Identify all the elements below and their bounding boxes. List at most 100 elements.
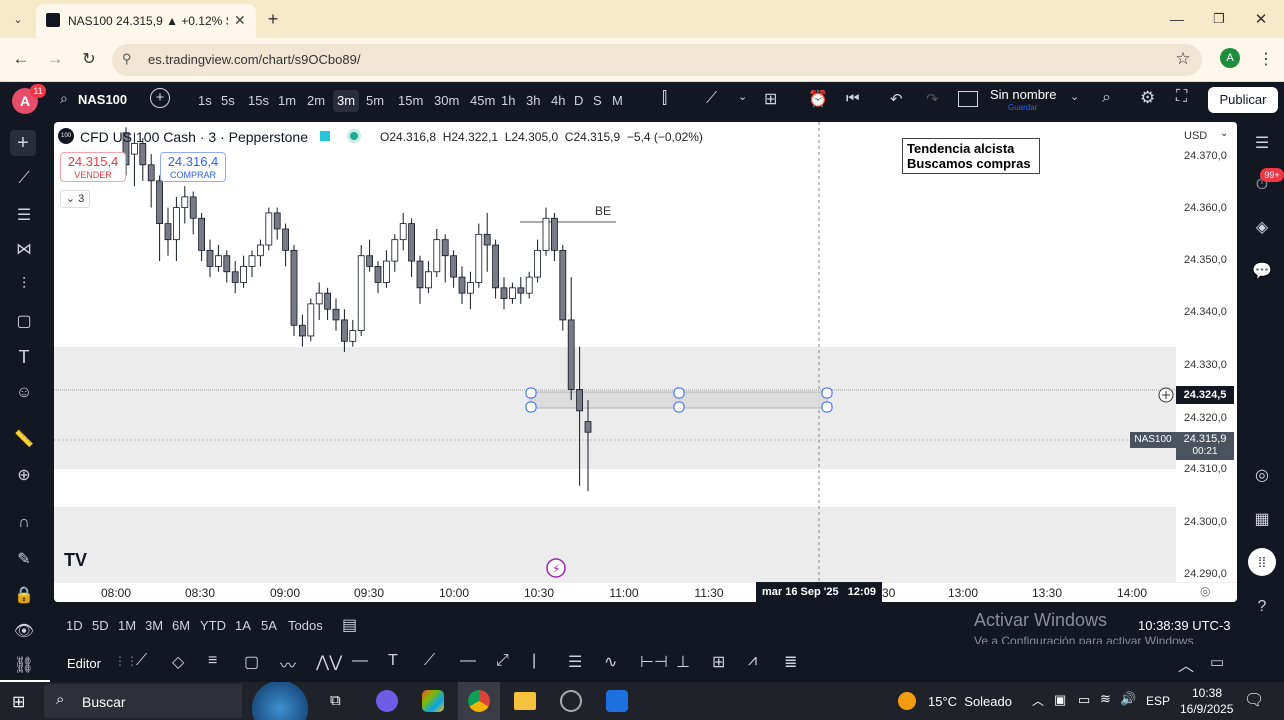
vertical-line-icon[interactable]: |: [532, 652, 536, 670]
app-icon-office[interactable]: [422, 690, 444, 712]
timeframe-5m[interactable]: 5m: [362, 90, 388, 112]
weather-text[interactable]: 15°C Soleado: [928, 694, 1012, 709]
app-icon-chrome[interactable]: [458, 682, 500, 720]
candle-body[interactable]: [408, 223, 416, 262]
taskbar-time[interactable]: 10:38: [1192, 686, 1222, 700]
restore-icon[interactable]: ❐: [1208, 8, 1230, 30]
candle-body[interactable]: [290, 249, 298, 326]
candle-body[interactable]: [173, 207, 180, 241]
forward-icon[interactable]: →: [44, 48, 66, 70]
chart-pane[interactable]: ⚡ 100 CFD US 100 Cash · 3 · Pepperstone …: [54, 122, 1237, 602]
timeframe-3h[interactable]: 3h: [522, 90, 544, 112]
tray-network-icon[interactable]: ▭: [1078, 692, 1090, 708]
browser-menu-icon[interactable]: ⋮: [1256, 48, 1276, 70]
lines-icon[interactable]: ≣: [784, 652, 797, 672]
candle-body[interactable]: [550, 217, 558, 251]
candle-body[interactable]: [357, 255, 365, 332]
pattern-icon[interactable]: ⋈: [11, 236, 37, 262]
timeframe-15s[interactable]: 15s: [244, 90, 273, 112]
price-range-icon[interactable]: ⊥: [676, 652, 690, 672]
candle-body[interactable]: [147, 164, 155, 182]
layout-icon[interactable]: [958, 91, 978, 107]
candle-body[interactable]: [441, 239, 449, 257]
candle-body[interactable]: [542, 217, 550, 251]
timeframe-15m[interactable]: 15m: [394, 90, 427, 112]
candle-body[interactable]: [500, 287, 508, 299]
lock-icon[interactable]: 🔒: [11, 582, 37, 608]
timeframe-45m[interactable]: 45m: [466, 90, 499, 112]
candle-body[interactable]: [189, 196, 197, 219]
redo-icon[interactable]: ↷: [926, 90, 939, 108]
buy-button[interactable]: 24.316,4 COMPRAR: [160, 152, 226, 182]
candle-body[interactable]: [273, 212, 281, 230]
candle-body[interactable]: [156, 180, 163, 225]
volume-icon[interactable]: 🔊: [1120, 691, 1136, 707]
new-tab-icon[interactable]: +: [262, 8, 284, 30]
timeframe-30m[interactable]: 30m: [430, 90, 463, 112]
timeframe-4h[interactable]: 4h: [547, 90, 569, 112]
chat-icon[interactable]: 💬: [1249, 258, 1275, 284]
candle-body[interactable]: [374, 266, 382, 283]
candle-body[interactable]: [131, 142, 138, 155]
timeframe-3m[interactable]: 3m: [333, 90, 360, 112]
emoji-icon[interactable]: ☺: [11, 380, 37, 406]
globe-widget-icon[interactable]: [242, 682, 318, 720]
layers-icon[interactable]: ◈: [1249, 214, 1275, 240]
rectangle-icon[interactable]: ▢: [244, 652, 259, 672]
profile-avatar[interactable]: A: [1220, 48, 1240, 68]
reload-icon[interactable]: ↻: [78, 48, 100, 70]
price-chart-svg[interactable]: ⚡: [54, 122, 1237, 602]
range-5A[interactable]: 5A: [261, 618, 277, 633]
target-icon[interactable]: ◎: [1249, 462, 1275, 488]
compare-symbol-icon[interactable]: +: [150, 88, 170, 108]
resize-handle[interactable]: [673, 401, 685, 413]
weather-sun-icon[interactable]: [898, 692, 916, 710]
minimize-icon[interactable]: —: [1166, 8, 1188, 30]
range-Todos[interactable]: Todos: [288, 618, 323, 633]
notifications-icon[interactable]: 🗨: [1244, 690, 1264, 710]
fullscreen-icon[interactable]: ⛶: [1176, 88, 1187, 106]
legend-title[interactable]: CFD US 100 Cash · 3 · Pepperstone: [80, 129, 308, 145]
resize-handle[interactable]: [525, 401, 537, 413]
candle-body[interactable]: [223, 255, 231, 273]
candle-body[interactable]: [315, 292, 323, 305]
alert-icon[interactable]: ⏰: [808, 89, 828, 109]
trend-line-icon[interactable]: ⟋: [136, 652, 147, 670]
undo-icon[interactable]: ↶: [890, 90, 903, 108]
calendar-icon[interactable]: ▦: [1249, 506, 1275, 532]
candle-body[interactable]: [559, 249, 567, 321]
apps-grid-icon[interactable]: ⁞⁞: [1248, 548, 1276, 576]
wave-icon[interactable]: ∿: [604, 652, 617, 672]
candle-body[interactable]: [181, 196, 189, 208]
templates-icon[interactable]: ⊞: [764, 89, 777, 109]
tab-close-icon[interactable]: ✕: [234, 12, 246, 29]
time-axis-settings-icon[interactable]: ◎: [1200, 584, 1210, 598]
candle-body[interactable]: [240, 266, 248, 283]
candle-type-icon[interactable]: ⫿: [662, 90, 667, 108]
drag-handle-icon[interactable]: ⋮⋮: [114, 654, 138, 668]
candle-body[interactable]: [198, 217, 206, 251]
layout-name[interactable]: Sin nombre: [990, 87, 1056, 102]
candle-body[interactable]: [517, 287, 525, 294]
candle-body[interactable]: [340, 319, 348, 342]
tray-app-icon[interactable]: ▣: [1054, 692, 1066, 708]
date-range-icon[interactable]: ⊢⊣: [640, 652, 668, 672]
date-range-icon[interactable]: ▤: [342, 615, 357, 635]
candle-body[interactable]: [416, 260, 424, 289]
pattern-icon[interactable]: ⋀⋁: [316, 652, 342, 672]
ray-icon[interactable]: ⟋: [424, 652, 435, 670]
candle-body[interactable]: [450, 255, 458, 278]
symbol-search[interactable]: NAS100: [78, 92, 127, 107]
timeframe-1h[interactable]: 1h: [497, 90, 519, 112]
candle-body[interactable]: [265, 212, 273, 246]
candle-body[interactable]: [475, 233, 483, 283]
search-icon[interactable]: ⌕: [60, 90, 68, 107]
link-icon[interactable]: ⛓: [11, 652, 37, 678]
candle-body[interactable]: [483, 233, 491, 246]
range-YTD[interactable]: YTD: [200, 618, 226, 633]
chevron-up-icon[interactable]: ︿: [1178, 652, 1194, 676]
resize-handle[interactable]: [821, 401, 833, 413]
range-3M[interactable]: 3M: [145, 618, 163, 633]
taskbar-date[interactable]: 16/9/2025: [1180, 702, 1233, 716]
watchlist-icon[interactable]: ☰: [1249, 130, 1275, 156]
